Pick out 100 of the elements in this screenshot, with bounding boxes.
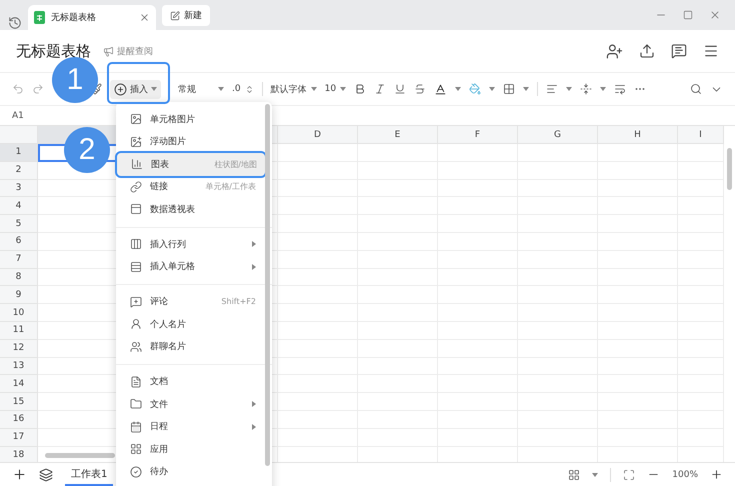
grid-cell[interactable] (358, 144, 438, 162)
grid-cell[interactable] (278, 144, 358, 162)
grid-cell[interactable] (278, 428, 358, 447)
bold-icon[interactable] (354, 83, 366, 95)
font-dropdown[interactable]: 默认字体 (270, 82, 317, 96)
row-header[interactable]: 10 (0, 304, 38, 322)
scrollbar[interactable] (727, 148, 732, 190)
row-header[interactable]: 3 (0, 180, 38, 198)
document-tab[interactable]: 无标题表格 (28, 5, 156, 30)
menu-item[interactable]: 链接 单元格/工作表 (116, 176, 264, 198)
row-header[interactable]: 8 (0, 268, 38, 286)
menu-item[interactable]: 数据透视表 (116, 198, 264, 220)
redo-icon[interactable] (32, 83, 44, 95)
row-header[interactable]: 12 (0, 340, 38, 358)
scrollbar[interactable] (265, 104, 270, 466)
scrollbar[interactable] (45, 453, 115, 458)
grid-cell[interactable] (278, 232, 358, 251)
maximize-icon[interactable] (683, 9, 693, 21)
menu-item[interactable]: 日程 (116, 416, 264, 438)
row-header[interactable]: 15 (0, 393, 38, 411)
underline-icon[interactable] (394, 83, 406, 95)
row-header[interactable]: 2 (0, 162, 38, 180)
menu-item[interactable]: 应用 (116, 438, 264, 460)
menu-item[interactable]: 待办 (116, 460, 264, 483)
select-all-corner[interactable] (0, 126, 38, 144)
close-icon[interactable] (709, 9, 721, 21)
row-header[interactable]: 4 (0, 197, 38, 216)
decimal-stepper[interactable]: .0 (232, 84, 254, 94)
row-header[interactable]: 7 (0, 250, 38, 269)
add-user-icon[interactable] (606, 42, 623, 60)
grid-cell[interactable] (278, 322, 358, 340)
row-header[interactable]: 6 (0, 232, 38, 251)
grid-cell[interactable] (598, 144, 678, 162)
row-header[interactable]: 5 (0, 215, 38, 233)
new-tab-button[interactable]: 新建 (162, 5, 210, 26)
number-format-dropdown[interactable]: 常规 (178, 82, 224, 96)
column-header[interactable]: G (518, 126, 598, 144)
grid-cell[interactable] (278, 180, 358, 198)
strikethrough-icon[interactable] (414, 83, 426, 95)
row-header[interactable]: 11 (0, 322, 38, 340)
share-icon[interactable] (639, 42, 655, 60)
grid-cell[interactable] (278, 250, 358, 269)
comment-icon[interactable] (671, 42, 687, 60)
grid-cell[interactable] (278, 162, 358, 180)
search-icon[interactable] (690, 83, 702, 95)
menu-item[interactable]: 单元格图片 (116, 108, 264, 130)
menu-item[interactable]: 个人名片 (116, 313, 264, 336)
vertical-align-icon[interactable] (580, 83, 592, 95)
grid-cell[interactable] (278, 358, 358, 376)
align-icon[interactable] (546, 83, 558, 95)
grid-cell[interactable] (278, 340, 358, 358)
font-size-dropdown[interactable]: 10 (324, 84, 346, 94)
column-header[interactable]: F (438, 126, 518, 144)
menu-item[interactable]: 插入行列 (116, 233, 264, 256)
menu-item[interactable]: 文件 (116, 393, 264, 416)
grid-cell[interactable] (278, 393, 358, 411)
column-header[interactable]: I (678, 126, 724, 144)
border-icon[interactable] (503, 83, 516, 95)
row-header[interactable]: 13 (0, 358, 38, 376)
undo-icon[interactable] (12, 83, 24, 95)
wrap-text-icon[interactable] (614, 83, 626, 95)
menu-item[interactable]: 群聊名片 (116, 336, 264, 358)
menu-item[interactable]: 浮动图片 (116, 130, 264, 153)
remind-link[interactable]: 提醒查阅 (103, 44, 153, 58)
row-header[interactable]: 16 (0, 410, 38, 429)
column-header[interactable]: D (278, 126, 358, 144)
fullscreen-icon[interactable] (623, 468, 636, 480)
row-header[interactable]: 9 (0, 286, 38, 304)
column-header[interactable]: H (598, 126, 678, 144)
add-sheet-icon[interactable] (12, 467, 27, 482)
row-header[interactable]: 18 (0, 446, 38, 462)
sheet-tab[interactable]: 工作表1 (65, 464, 114, 486)
menu-item[interactable]: 评论 Shift+F2 (116, 290, 264, 313)
grid-cell[interactable] (278, 197, 358, 216)
history-icon[interactable] (8, 16, 22, 30)
grid-cell[interactable] (278, 375, 358, 394)
fill-color-icon[interactable] (469, 83, 482, 95)
menu-item[interactable]: 图表 柱状图/地图 (117, 153, 265, 176)
text-color-icon[interactable] (434, 82, 448, 96)
cell-reference[interactable]: A1 (12, 110, 24, 120)
menu-item-label: 插入单元格 (150, 260, 195, 274)
grid-cell[interactable] (438, 144, 518, 162)
row-header[interactable]: 1 (0, 144, 38, 162)
insert-button[interactable]: 插入 (110, 80, 161, 98)
grid-cell[interactable] (518, 144, 598, 162)
zoom-in-icon[interactable] (710, 468, 723, 481)
grid-cell[interactable] (278, 215, 358, 233)
grid-cell[interactable] (278, 286, 358, 304)
grid-cell[interactable] (278, 304, 358, 322)
row-header[interactable]: 14 (0, 375, 38, 394)
menu-item[interactable]: 插入单元格 (116, 256, 264, 278)
grid-cell[interactable] (278, 268, 358, 286)
menu-item[interactable]: 文档 (116, 370, 264, 393)
layers-icon[interactable] (39, 468, 53, 482)
close-icon[interactable] (139, 12, 150, 23)
italic-icon[interactable] (374, 83, 386, 95)
row-header[interactable]: 17 (0, 428, 38, 447)
column-header[interactable]: E (358, 126, 438, 144)
grid-view-icon[interactable] (568, 468, 580, 480)
grid-cell[interactable] (278, 410, 358, 429)
